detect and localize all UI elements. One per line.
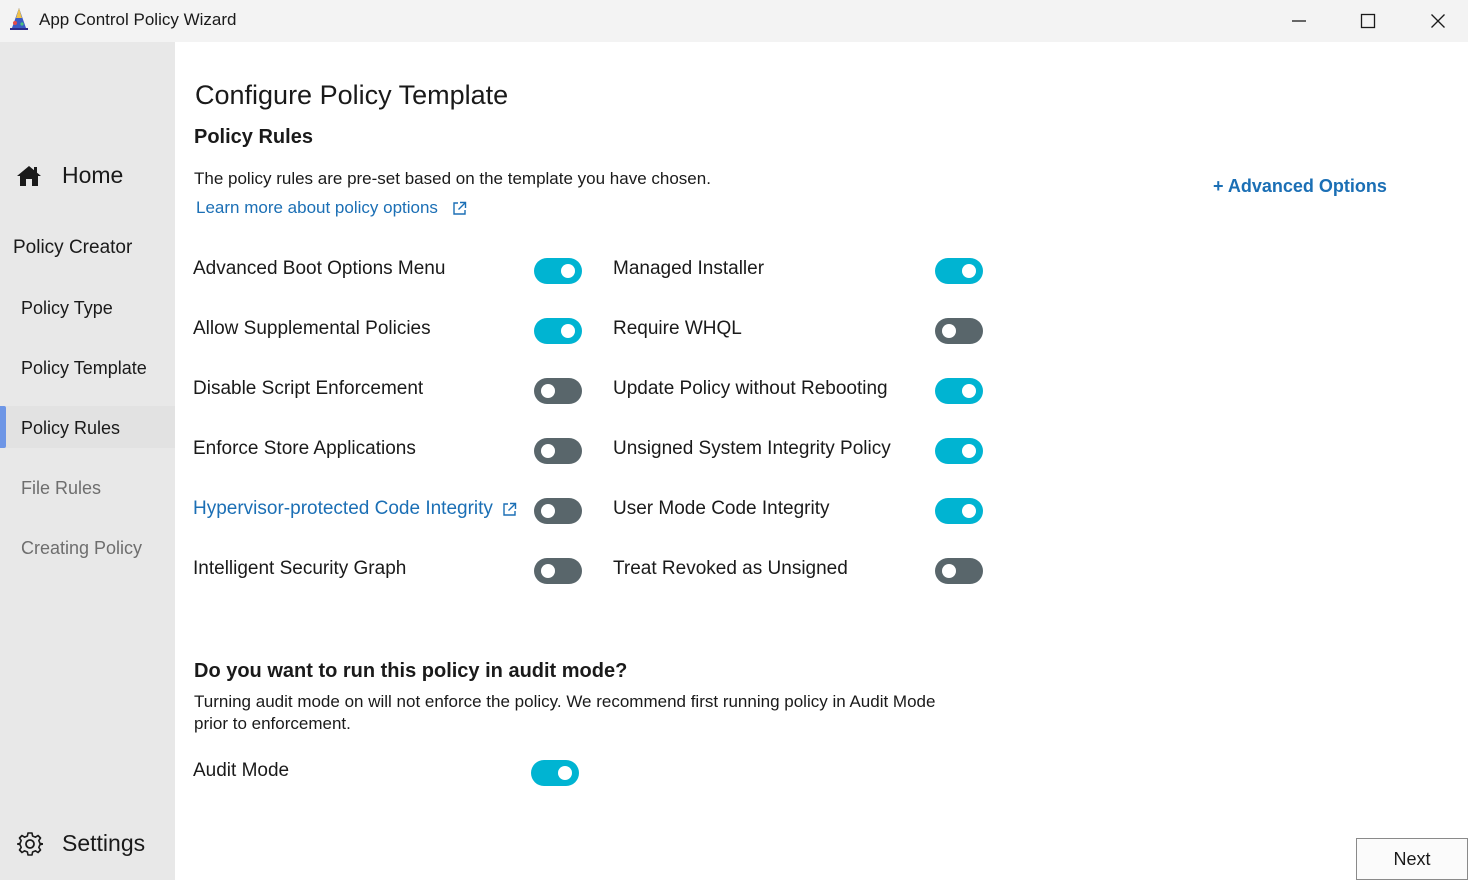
maximize-icon (1360, 13, 1376, 29)
app-wizard-icon (10, 8, 28, 30)
rule-label-managed-installer: Managed Installer (613, 258, 765, 279)
gear-icon (17, 831, 43, 856)
page-title: Configure Policy Template (195, 80, 509, 110)
toggle-knob (942, 324, 956, 338)
nav-item-policy-template[interactable]: Policy Template (21, 358, 147, 379)
section-description: The policy rules are pre-set based on th… (194, 169, 711, 188)
nav-selected-indicator (0, 406, 6, 448)
minimize-icon (1292, 20, 1306, 22)
nav-home[interactable]: Home (16, 162, 123, 189)
toggle-advanced-boot-options-menu[interactable] (534, 258, 582, 284)
toggle-knob (561, 324, 575, 338)
toggle-knob (962, 264, 976, 278)
title-bar: App Control Policy Wizard (0, 0, 1468, 42)
rule-label-enforce-store-applications: Enforce Store Applications (193, 438, 416, 459)
rule-label-update-policy-without-rebooting: Update Policy without Rebooting (613, 378, 888, 399)
minimize-button[interactable] (1264, 0, 1334, 42)
rule-label-advanced-boot-options-menu: Advanced Boot Options Menu (193, 258, 446, 279)
toggle-allow-supplemental-policies[interactable] (534, 318, 582, 344)
toggle-knob (942, 564, 956, 578)
toggle-intelligent-security-graph[interactable] (534, 558, 582, 584)
toggle-knob (558, 766, 572, 780)
advanced-options-button[interactable]: + Advanced Options (1213, 176, 1387, 197)
toggle-knob (541, 384, 555, 398)
rule-label-treat-revoked-as-unsigned: Treat Revoked as Unsigned (613, 558, 848, 579)
nav-section-header: Policy Creator (13, 237, 133, 258)
toggle-managed-installer[interactable] (935, 258, 983, 284)
rule-label-unsigned-system-integrity-policy: Unsigned System Integrity Policy (613, 438, 891, 459)
toggle-knob (541, 504, 555, 518)
toggle-unsigned-system-integrity-policy[interactable] (935, 438, 983, 464)
window-title: App Control Policy Wizard (39, 10, 237, 29)
toggle-update-policy-without-rebooting[interactable] (935, 378, 983, 404)
nav-settings-label: Settings (62, 830, 146, 856)
audit-mode-description: Turning audit mode on will not enforce t… (194, 692, 936, 733)
rule-label-require-whql: Require WHQL (613, 318, 742, 339)
toggle-user-mode-code-integrity[interactable] (935, 498, 983, 524)
nav-home-label: Home (62, 162, 124, 188)
next-button[interactable]: Next (1356, 838, 1468, 880)
nav-item-creating-policy: Creating Policy (21, 538, 143, 558)
toggle-knob (962, 444, 976, 458)
sidebar: Home Policy Creator Policy Type Policy T… (0, 42, 175, 880)
rule-label-hypervisor-protected-code-integrity: Hypervisor-protected Code Integrity (193, 498, 493, 519)
external-link-icon (503, 502, 517, 516)
toggle-knob (962, 384, 976, 398)
rule-label-allow-supplemental-policies: Allow Supplemental Policies (193, 318, 431, 339)
nav-item-policy-rules[interactable]: Policy Rules (21, 418, 120, 439)
toggle-knob (962, 504, 976, 518)
rule-link-hypervisor-protected-code-integrity[interactable]: Hypervisor-protected Code Integrity (193, 498, 517, 520)
maximize-button[interactable] (1333, 0, 1403, 42)
nav-item-file-rules: File Rules (21, 478, 102, 498)
toggle-hypervisor-protected-code-integrity[interactable] (534, 498, 582, 524)
toggle-enforce-store-applications[interactable] (534, 438, 582, 464)
toggle-treat-revoked-as-unsigned[interactable] (935, 558, 983, 584)
toggle-knob (541, 564, 555, 578)
nav-settings[interactable]: Settings (17, 830, 145, 857)
toggle-knob (561, 264, 575, 278)
home-icon (17, 165, 41, 186)
section-title: Policy Rules (194, 126, 313, 148)
learn-more-link[interactable]: Learn more about policy options (196, 198, 467, 218)
toggle-require-whql[interactable] (935, 318, 983, 344)
rule-label-disable-script-enforcement: Disable Script Enforcement (193, 378, 424, 399)
close-icon (1431, 14, 1445, 28)
external-link-icon (453, 201, 467, 215)
learn-more-link-text: Learn more about policy options (196, 198, 438, 217)
audit-mode-label: Audit Mode (193, 760, 290, 781)
rule-label-intelligent-security-graph: Intelligent Security Graph (193, 558, 407, 579)
toggle-knob (541, 444, 555, 458)
nav-item-policy-type[interactable]: Policy Type (21, 298, 113, 319)
rule-label-user-mode-code-integrity: User Mode Code Integrity (613, 498, 830, 519)
audit-mode-title: Do you want to run this policy in audit … (194, 660, 628, 682)
toggle-disable-script-enforcement[interactable] (534, 378, 582, 404)
close-button[interactable] (1403, 0, 1468, 42)
toggle-audit-mode[interactable] (531, 760, 579, 786)
